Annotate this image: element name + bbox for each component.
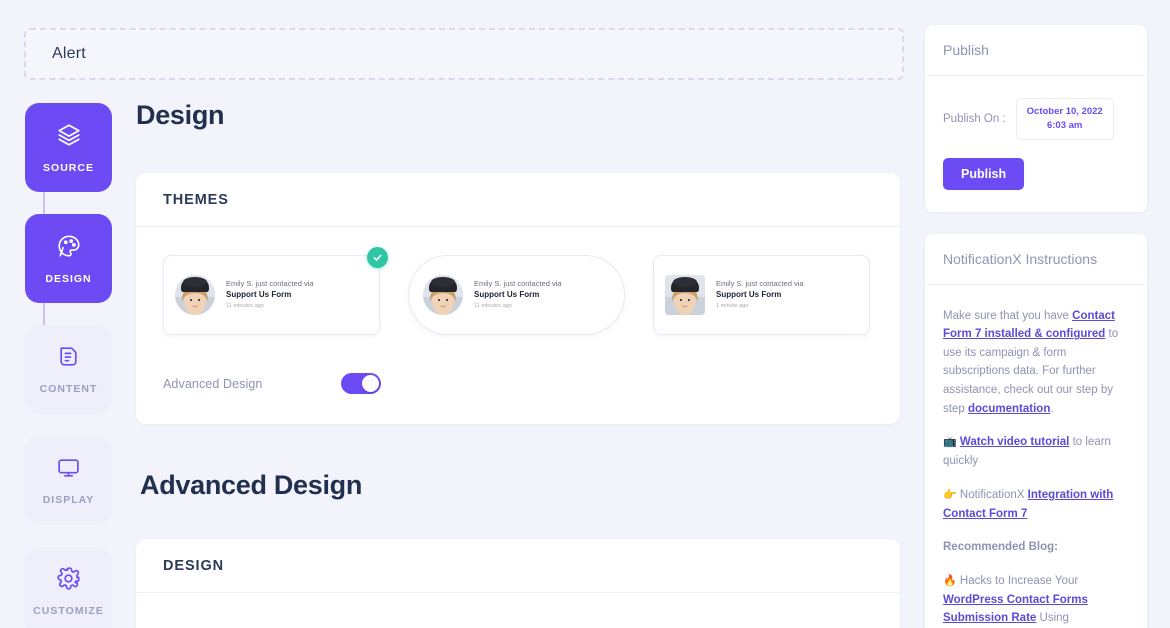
theme-list: Emily S. just contacted via Support Us F… (163, 247, 873, 335)
notification-line-2: Support Us Form (226, 290, 292, 300)
sidebar-item-customize[interactable]: CUSTOMIZE (25, 547, 112, 628)
app-root: Alert SOURCE DESIGN CONTENT DISPLAY CUST… (0, 0, 1170, 628)
fire-icon: 🔥 (943, 574, 957, 587)
notification-line-2: Support Us Form (474, 290, 540, 300)
pointing-hand-icon: 👉 (943, 488, 957, 501)
advanced-design-label: Advanced Design (163, 376, 263, 391)
publish-card: Publish Publish On : October 10, 2022 6:… (925, 25, 1147, 212)
notification-text: Emily S. just contacted via Support Us F… (716, 278, 804, 312)
documentation-link[interactable]: documentation (968, 403, 1050, 415)
instr-text: Recommended Blog: (943, 541, 1059, 554)
video-icon: 📺 (943, 436, 957, 449)
themes-panel-body: Emily S. just contacted via Support Us F… (136, 227, 900, 424)
notification-text: Emily S. just contacted via Support Us F… (226, 278, 314, 312)
sidebar-item-content[interactable]: CONTENT (25, 325, 112, 414)
instr-text: . (1050, 402, 1054, 415)
palette-icon (56, 233, 82, 264)
themes-panel: THEMES Emily S. just contacted via Suppo… (136, 173, 900, 424)
document-icon (56, 344, 81, 374)
advanced-design-row: Advanced Design (163, 373, 873, 394)
instructions-card: NotificationX Instructions Make sure tha… (925, 233, 1147, 628)
publish-time: 6:03 am (1046, 119, 1083, 131)
avatar (175, 275, 215, 315)
instructions-paragraph-5: 🔥 Hacks to Increase Your WordPress Conta… (943, 572, 1129, 628)
publish-datetime-field[interactable]: October 10, 2022 6:03 am (1015, 98, 1114, 140)
sidebar-item-design[interactable]: DESIGN (25, 214, 112, 303)
sidebar-item-display[interactable]: DISPLAY (25, 436, 112, 525)
monitor-icon (56, 455, 81, 485)
publish-on-label: Publish On : (943, 112, 1006, 125)
recommended-blog-label: Recommended Blog: (943, 538, 1129, 557)
instr-text: Make sure that you have (943, 309, 1073, 322)
design-heading: DESIGN (163, 557, 224, 574)
right-sidebar: Publish Publish On : October 10, 2022 6:… (925, 25, 1147, 628)
advanced-design-title: Advanced Design (140, 470, 363, 500)
instructions-paragraph-1: Make sure that you have Contact Form 7 i… (943, 307, 1129, 419)
theme-option-rounded[interactable]: Emily S. just contacted via Support Us F… (163, 247, 388, 335)
gear-icon (56, 566, 81, 596)
sidebar-item-label: SOURCE (43, 161, 94, 174)
themes-panel-header: THEMES (136, 173, 900, 227)
notification-timestamp: 11 minutes ago (226, 303, 264, 310)
selected-check-icon (367, 247, 388, 268)
publish-on-row: Publish On : October 10, 2022 6:03 am (943, 98, 1129, 140)
toggle-knob (362, 375, 379, 392)
advanced-design-toggle[interactable] (341, 373, 381, 394)
avatar (423, 275, 463, 315)
publish-card-header: Publish (925, 25, 1147, 76)
sidebar-item-label: DISPLAY (42, 494, 95, 506)
publish-card-body: Publish On : October 10, 2022 6:03 am Pu… (925, 76, 1147, 212)
page-title: Design (136, 100, 225, 130)
watch-video-tutorial-link[interactable]: Watch video tutorial (960, 436, 1069, 448)
notification-timestamp: 11 minutes ago (474, 303, 512, 310)
notification-line-2: Support Us Form (716, 290, 782, 300)
sidebar-item-label: DESIGN (45, 272, 92, 285)
rail-connector (43, 303, 45, 325)
instructions-card-body: Make sure that you have Contact Form 7 i… (925, 285, 1147, 628)
advanced-design-panel: DESIGN Background Color (136, 539, 900, 628)
publish-button[interactable]: Publish (943, 157, 1025, 190)
advanced-design-panel-header: DESIGN (136, 539, 900, 593)
instr-text: Hacks to Increase Your (959, 574, 1079, 587)
alert-drop-area[interactable]: Alert (24, 28, 904, 80)
themes-heading: THEMES (163, 191, 229, 208)
instructions-paragraph-2: 📺 Watch video tutorial to learn quickly (943, 433, 1129, 470)
instructions-paragraph-3: 👉 NotificationX Integration with Contact… (943, 486, 1129, 523)
sidebar-item-label: CONTENT (39, 383, 98, 395)
avatar (665, 275, 705, 315)
rail-connector (43, 192, 45, 214)
instructions-title: NotificationX Instructions (943, 250, 1098, 267)
step-rail: SOURCE DESIGN CONTENT DISPLAY CUSTOMIZE (25, 103, 112, 628)
notification-line-1: Emily S. just contacted via (716, 279, 804, 289)
main-column: Design THEMES Emily S. just contacted vi… (136, 100, 900, 628)
alert-label: Alert (52, 45, 86, 62)
notification-timestamp: 1 minute ago (716, 303, 749, 310)
publish-date: October 10, 2022 (1026, 106, 1103, 117)
notification-line-1: Emily S. just contacted via (474, 279, 562, 289)
sidebar-item-source[interactable]: SOURCE (25, 103, 112, 192)
notification-text: Emily S. just contacted via Support Us F… (474, 278, 562, 312)
sidebar-item-label: CUSTOMIZE (33, 605, 104, 617)
publish-title: Publish (943, 42, 989, 58)
theme-option-square-avatar[interactable]: Emily S. just contacted via Support Us F… (653, 255, 870, 335)
layers-icon (56, 122, 82, 153)
instr-text: NotificationX (959, 488, 1028, 501)
notification-line-1: Emily S. just contacted via (226, 279, 314, 289)
advanced-design-panel-body: Background Color (136, 593, 900, 628)
theme-option-pill[interactable]: Emily S. just contacted via Support Us F… (408, 255, 625, 335)
instructions-card-header: NotificationX Instructions (925, 234, 1147, 285)
